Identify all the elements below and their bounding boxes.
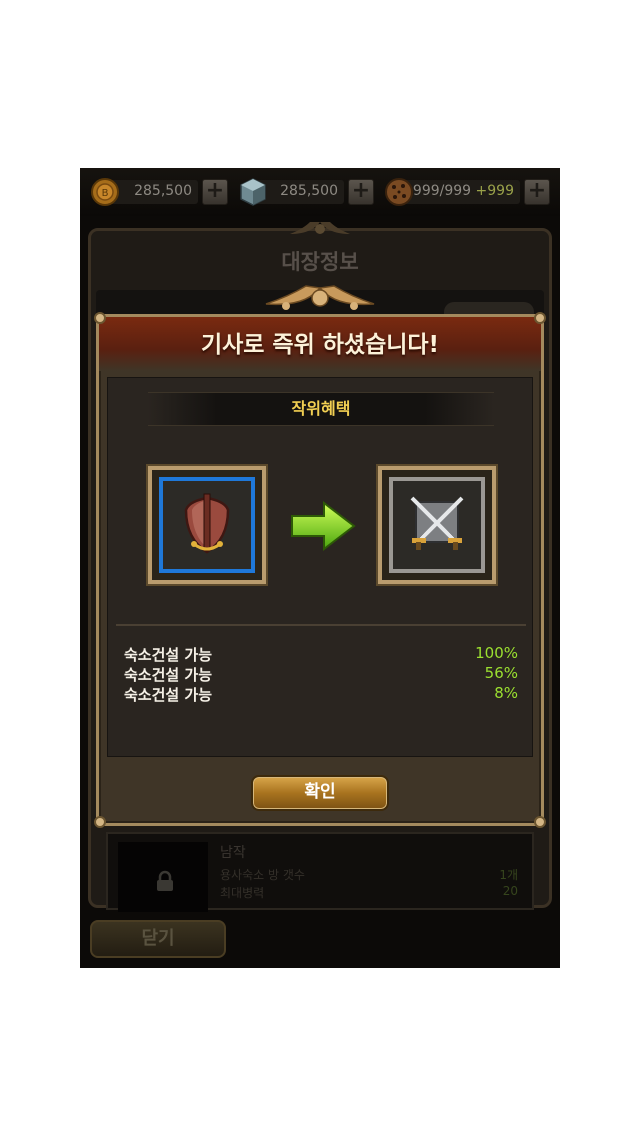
add-gold-button[interactable]: + — [202, 179, 228, 205]
game-screen: B 285,500 + 285,500 + 999/999 +999 + 대장정… — [80, 168, 560, 968]
lock-icon — [157, 870, 173, 891]
benefit-value: 8% — [494, 684, 518, 702]
cookie-icon — [385, 178, 413, 206]
confirm-button[interactable]: 확인 — [251, 775, 389, 811]
resource-bar: B 285,500 + 285,500 + 999/999 +999 + — [80, 168, 560, 216]
rank-row-label: 용사숙소 방 갯수 — [220, 868, 305, 882]
benefit-value: 56% — [484, 664, 518, 682]
arrow-right-icon — [291, 501, 356, 551]
ornament-icon — [290, 222, 350, 234]
crossed-swords-emblem-icon — [410, 496, 464, 550]
cookie-resource: 999/999 +999 + — [384, 177, 550, 207]
benefit-value: 100% — [475, 644, 518, 662]
add-crystal-button[interactable]: + — [348, 179, 374, 205]
divider — [116, 624, 526, 626]
dialog-header: 기사로 즉위 하셨습니다! — [99, 317, 541, 371]
corner-ornament-icon — [534, 312, 546, 324]
rank-name: 남작 — [220, 845, 246, 861]
crystal-amount: 285,500 — [280, 183, 338, 199]
rank-slot-baron: 남작 용사숙소 방 갯수 최대병력 1개 20 — [106, 832, 534, 912]
promotion-dialog: 기사로 즉위 하셨습니다! 작위혜택 숙소건설 가능 100% 숙소건설 가능 … — [94, 312, 546, 828]
benefit-label: 숙소건설 가능 — [124, 646, 213, 664]
shield-emblem-icon — [184, 493, 230, 554]
panel-title: 대장정보 — [281, 250, 359, 274]
cookie-amount: 999/999 +999 — [412, 183, 514, 199]
rank-row-label: 최대병력 — [220, 886, 265, 900]
rank-row-value: 20 — [502, 884, 518, 898]
svg-text:B: B — [102, 188, 109, 199]
add-cookie-button[interactable]: + — [524, 179, 550, 205]
dialog-ornament-icon — [265, 285, 375, 310]
benefits-panel: 작위혜택 숙소건설 가능 100% 숙소건설 가능 56% 숙소건설 가능 8% — [107, 377, 533, 757]
benefit-label: 숙소건설 가능 — [124, 686, 213, 704]
benefit-label: 숙소건설 가능 — [124, 666, 213, 684]
corner-ornament-icon — [94, 312, 106, 324]
benefit-row: 숙소건설 가능 100% — [124, 644, 518, 664]
gold-amount: 285,500 — [134, 183, 192, 199]
section-title: 작위혜택 — [291, 399, 351, 418]
rank-row-value: 1개 — [499, 868, 518, 882]
crystal-resource: 285,500 + — [238, 177, 374, 207]
gold-coin-icon: B — [91, 178, 119, 206]
corner-ornament-icon — [94, 816, 106, 828]
crystal-icon — [240, 178, 266, 206]
cookie-bonus: +999 — [475, 183, 514, 199]
gold-resource: B 285,500 + — [90, 177, 228, 207]
corner-ornament-icon — [534, 816, 546, 828]
dialog-title: 기사로 즉위 하셨습니다! — [200, 332, 440, 358]
new-rank-frame — [376, 464, 498, 586]
benefit-row: 숙소건설 가능 56% — [124, 664, 518, 684]
current-rank-frame — [146, 464, 268, 586]
close-button[interactable]: 닫기 — [90, 920, 226, 958]
benefit-row: 숙소건설 가능 8% — [124, 684, 518, 704]
section-banner: 작위혜택 — [148, 392, 494, 426]
